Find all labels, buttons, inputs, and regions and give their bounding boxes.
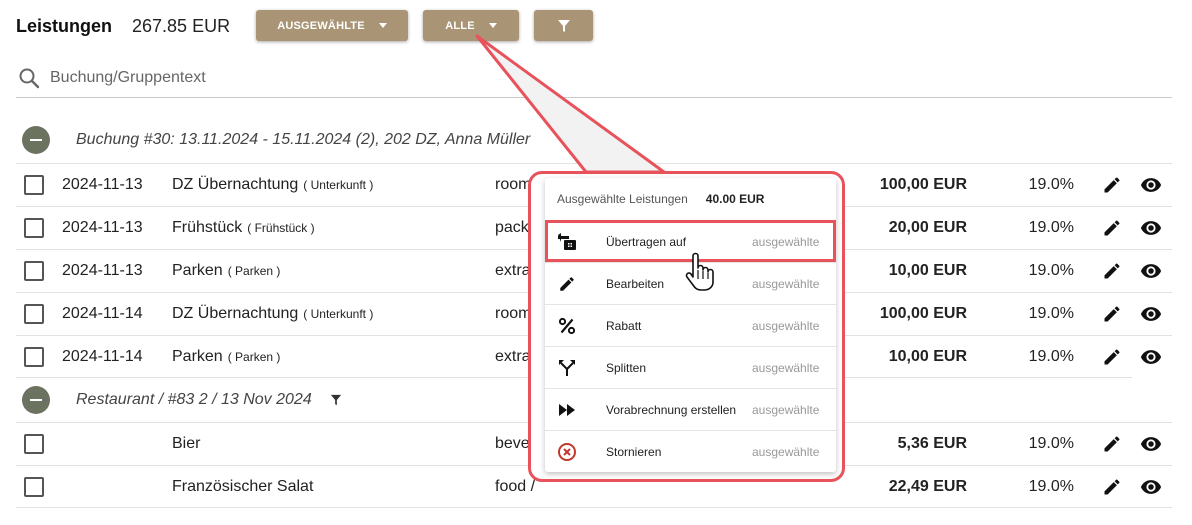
menu-item-scope: ausgewählte xyxy=(752,360,820,375)
menu-item-label: Vorabrechnung erstellen xyxy=(606,402,737,417)
split-icon xyxy=(557,358,577,378)
menu-item-scope: ausgewählte xyxy=(752,402,820,417)
percent-icon xyxy=(557,316,577,336)
menu-item-scope: ausgewählte xyxy=(752,444,820,459)
menu-item-label: Übertragen auf xyxy=(606,234,687,249)
actions-popup: Ausgewählte Leistungen 40.00 EUR Übertra… xyxy=(528,171,845,482)
menu-item-discount[interactable]: Rabatt ausgewählte xyxy=(545,304,836,346)
menu-item-label: Splitten xyxy=(606,360,647,375)
menu-item-scope: ausgewählte xyxy=(752,234,820,249)
fast-forward-icon xyxy=(557,400,577,420)
menu-item-scope: ausgewählte xyxy=(752,276,820,291)
menu-item-scope: ausgewählte xyxy=(752,318,820,333)
menu-item-label: Stornieren xyxy=(606,444,662,459)
transfer-icon xyxy=(557,232,577,252)
actions-menu: Ausgewählte Leistungen 40.00 EUR Übertra… xyxy=(545,178,836,472)
hand-cursor-icon xyxy=(685,252,714,291)
menu-item-label: Bearbeiten xyxy=(606,276,665,291)
menu-item-label: Rabatt xyxy=(606,318,642,333)
menu-item-prebill[interactable]: Vorabrechnung erstellen ausgewählte xyxy=(545,388,836,430)
menu-header-amount: 40.00 EUR xyxy=(705,192,765,206)
pencil-icon xyxy=(557,274,577,294)
menu-header-label: Ausgewählte Leistungen xyxy=(557,192,688,206)
menu-item-cancel[interactable]: Stornieren ausgewählte xyxy=(545,430,836,472)
menu-header: Ausgewählte Leistungen 40.00 EUR xyxy=(545,178,836,220)
menu-item-split[interactable]: Splitten ausgewählte xyxy=(545,346,836,388)
cancel-circle-icon xyxy=(557,442,577,462)
